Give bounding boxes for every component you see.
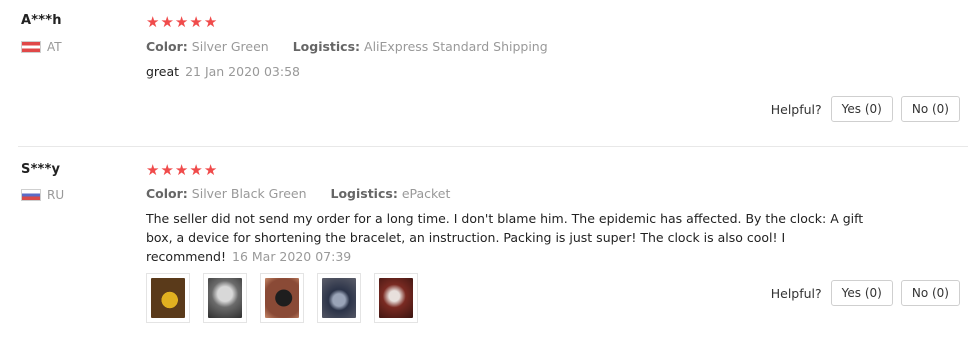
star-icon: ★: [146, 161, 160, 179]
color-label: Color:: [146, 186, 188, 201]
review-photo-thumbnail[interactable]: [146, 273, 190, 323]
star-icon: ★: [203, 13, 218, 31]
photo-image: [151, 278, 185, 318]
star-icon: ★: [174, 13, 189, 31]
review-photo-thumbnail[interactable]: [260, 273, 304, 323]
star-icon: ★: [203, 161, 218, 179]
logistics-label: Logistics:: [292, 39, 361, 54]
review-item: S***y RU ★ ★ ★ ★ ★ Color: Silver Black G…: [0, 147, 980, 342]
review-date: 21 Jan 2020 03:58: [185, 64, 300, 79]
helpful-yes-button[interactable]: Yes (0): [830, 280, 893, 306]
logistics-label: Logistics:: [330, 186, 398, 201]
reviewer-name: S***y: [21, 162, 61, 177]
logistics-value: ePacket: [401, 186, 451, 201]
review-text: great: [146, 64, 180, 79]
photo-image: [379, 278, 413, 318]
photo-image: [208, 278, 242, 318]
color-label: Color:: [146, 39, 188, 54]
austria-flag-icon: [21, 41, 41, 53]
helpful-label: Helpful?: [770, 285, 822, 301]
review-content: The seller did not send my order for a l…: [146, 209, 866, 266]
star-icon: ★: [146, 13, 160, 31]
reviewer-country: RU: [21, 188, 64, 202]
helpful-yes-button[interactable]: Yes (0): [830, 96, 893, 122]
country-code: RU: [47, 188, 65, 202]
country-code: AT: [47, 40, 62, 54]
order-attributes: Color: Silver Green Logistics: AliExpres…: [146, 39, 548, 54]
review-photos: [146, 273, 418, 323]
helpful-label: Helpful?: [770, 101, 822, 117]
review-photo-thumbnail[interactable]: [317, 273, 361, 323]
review-photo-thumbnail[interactable]: [374, 273, 418, 323]
review-photo-thumbnail[interactable]: [203, 273, 247, 323]
color-value: Silver Green: [191, 39, 269, 54]
review-item: A***h AT ★ ★ ★ ★ ★ Color: Silver Green L…: [0, 0, 980, 146]
logistics-value: AliExpress Standard Shipping: [364, 39, 548, 54]
reviewer-country: AT: [21, 40, 62, 54]
order-attributes: Color: Silver Black Green Logistics: ePa…: [146, 186, 450, 201]
helpful-no-button[interactable]: No (0): [900, 96, 960, 122]
star-rating: ★ ★ ★ ★ ★: [146, 15, 217, 30]
helpful-no-button[interactable]: No (0): [900, 280, 960, 306]
helpful-vote: Helpful? Yes (0) No (0): [771, 280, 960, 306]
russia-flag-icon: [21, 189, 41, 201]
review-date: 16 Mar 2020 07:39: [232, 249, 352, 264]
star-icon: ★: [174, 161, 189, 179]
star-icon: ★: [189, 161, 203, 179]
star-rating: ★ ★ ★ ★ ★: [146, 163, 217, 178]
star-icon: ★: [189, 13, 203, 31]
helpful-vote: Helpful? Yes (0) No (0): [771, 96, 960, 122]
star-icon: ★: [160, 161, 174, 179]
photo-image: [322, 278, 356, 318]
star-icon: ★: [160, 13, 174, 31]
color-value: Silver Black Green: [191, 186, 307, 201]
reviewer-name: A***h: [21, 13, 62, 28]
photo-image: [265, 278, 299, 318]
review-content: great 21 Jan 2020 03:58: [146, 62, 846, 81]
